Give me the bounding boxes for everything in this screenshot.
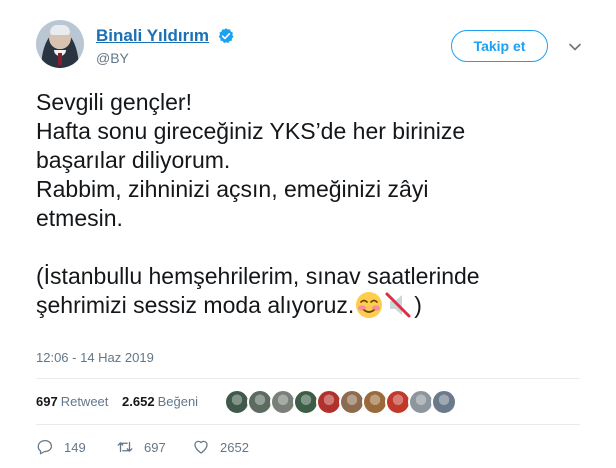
retweet-action[interactable]: 697 [116, 436, 166, 458]
like-stat[interactable]: 2.652 Beğeni [122, 394, 208, 409]
tweet-text: Sevgili gençler! Hafta sonu gireceğiniz … [36, 88, 576, 320]
divider [36, 378, 580, 379]
like-stat-count: 2.652 [122, 394, 155, 409]
retweet-stat[interactable]: 697 Retweet [36, 394, 118, 409]
retweet-stat-label: Retweet [60, 394, 109, 409]
chevron-down-icon[interactable] [568, 40, 582, 54]
user-handle[interactable]: @BY [96, 50, 235, 66]
reply-count: 149 [64, 439, 86, 455]
muted-speaker-icon [385, 292, 411, 318]
divider [36, 424, 580, 425]
user-names: Binali Yıldırım @BY [96, 26, 235, 66]
tweet-last-line: şehrimizi sessiz moda alıyoruz. ) [36, 291, 576, 320]
like-count: 2652 [220, 439, 249, 455]
retweet-count: 697 [144, 439, 166, 455]
smiling-face-with-blush-emoji-icon [356, 292, 383, 318]
timestamp[interactable]: 12:06 - 14 Haz 2019 [36, 350, 154, 365]
like-stat-label: Beğeni [157, 394, 199, 409]
display-name[interactable]: Binali Yıldırım [96, 26, 209, 46]
tweet-line: Rabbim, zihninizi açsın, emeğinizi zâyi [36, 176, 429, 202]
tweet-line-text: şehrimizi sessiz moda alıyoruz. [36, 292, 355, 318]
retweet-stat-count: 697 [36, 394, 58, 409]
reply-action[interactable]: 149 [36, 436, 86, 458]
heart-icon [194, 440, 208, 454]
tweet-line-close: ) [414, 292, 422, 318]
tweet-line: (İstanbullu hemşehrilerim, sınav saatler… [36, 263, 480, 289]
tweet-header: Binali Yıldırım @BY Takip et [36, 20, 596, 80]
verified-badge-icon [218, 28, 234, 44]
like-action[interactable]: 2652 [192, 436, 249, 458]
tweet-line: başarılar diliyorum. [36, 147, 231, 173]
reply-icon [37, 439, 53, 455]
follow-button[interactable]: Takip et [451, 30, 548, 62]
tweet-card: Binali Yıldırım @BY Takip et Sevgili gen… [0, 0, 616, 468]
tweet-line: Hafta sonu gireceğiniz YKS’de her birini… [36, 118, 466, 144]
avatar[interactable] [36, 20, 84, 68]
tweet-line: Sevgili gençler! [36, 89, 192, 115]
tweet-line: etmesin. [36, 205, 123, 231]
engagement-stats: 697 Retweet 2.652 Beğeni [36, 394, 208, 409]
liker-avatar[interactable] [431, 389, 457, 415]
retweet-icon [117, 441, 133, 453]
